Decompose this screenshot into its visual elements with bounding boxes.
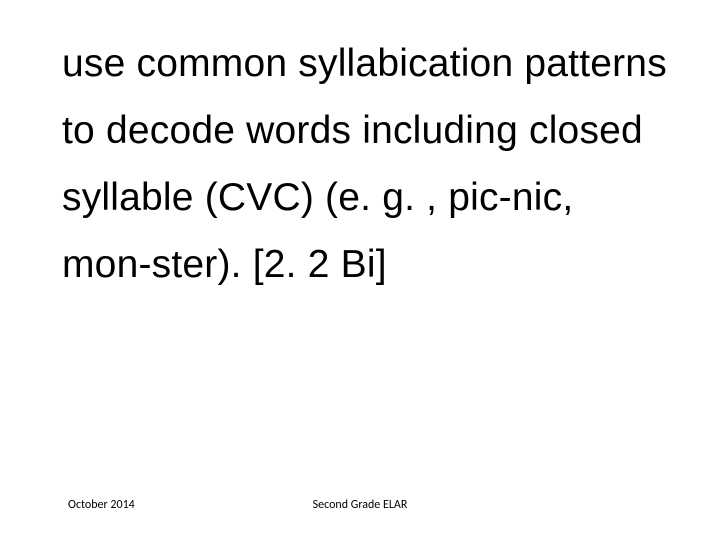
footer-title: Second Grade ELAR — [0, 498, 720, 512]
slide: use common syllabication patterns to dec… — [0, 0, 720, 540]
body-text: use common syllabication patterns to dec… — [62, 30, 672, 298]
